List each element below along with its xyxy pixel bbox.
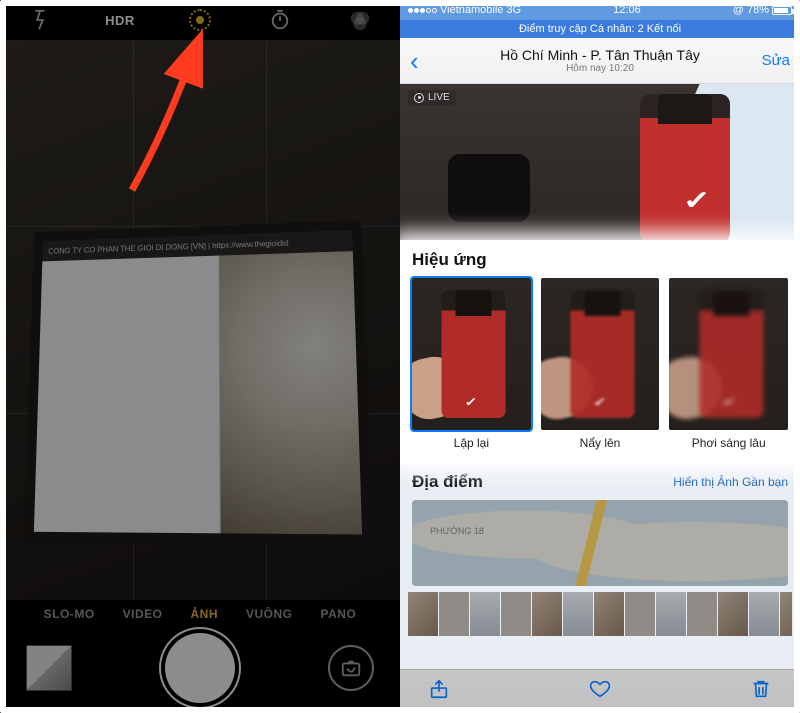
shutter-button[interactable] <box>165 633 235 703</box>
last-photo-thumb[interactable] <box>26 645 72 691</box>
nav-bar: ‹ Hồ Chí Minh - P. Tân Thuận Tây Hôm nay… <box>400 38 800 84</box>
nav-subtitle: Hôm nay 10:20 <box>400 63 800 74</box>
battery-icon <box>772 6 792 15</box>
effects-title: Hiệu ứng <box>412 250 788 270</box>
camera-bottom-bar <box>0 633 400 703</box>
map-preview[interactable]: PHƯỜNG 18 <box>412 500 788 586</box>
live-photo-toggle[interactable] <box>172 9 228 31</box>
back-button[interactable]: ‹ <box>410 48 419 74</box>
effect-long-exposure[interactable]: ✓ Phơi sáng lâu <box>669 278 788 450</box>
delete-button[interactable] <box>750 678 772 705</box>
main-photo[interactable]: ✓ LIVE <box>400 84 800 240</box>
camera-mode-selector[interactable]: SLO-MO VIDEO ẢNH VUÔNG PANO <box>0 607 400 621</box>
switch-camera-button[interactable] <box>328 645 374 691</box>
nearby-photos-link[interactable]: Hiển thị Ảnh Gần bạn <box>673 475 788 489</box>
share-button[interactable] <box>428 678 450 705</box>
effect-label: Lặp lại <box>454 436 489 450</box>
photo-filmstrip[interactable] <box>408 592 792 636</box>
bottom-toolbar <box>400 669 800 713</box>
subject-bottle: ✓ <box>640 94 730 240</box>
camera-top-bar: HDR <box>0 0 400 40</box>
subject-watch <box>448 154 530 222</box>
hdr-toggle[interactable]: HDR <box>92 13 148 28</box>
photos-app-screen: Vietnamobile 3G 12:06 @ 78% Điểm truy cậ… <box>400 0 800 713</box>
places-title: Địa điểm <box>412 472 483 492</box>
carrier-label: Vietnamobile <box>440 4 503 16</box>
clock: 12:06 <box>613 4 641 16</box>
camera-app-screen: HDR CONG TY CO PHAN THE GIOI DI DONG [VN… <box>0 0 400 713</box>
mode-photo[interactable]: ẢNH <box>191 607 219 621</box>
edit-button[interactable]: Sửa <box>762 52 790 69</box>
effect-bounce[interactable]: ✓ Nẩy lên <box>541 278 660 450</box>
mode-video[interactable]: VIDEO <box>123 607 163 621</box>
hotspot-banner[interactable]: Điểm truy cập Cá nhân: 2 Kết nối <box>400 20 800 38</box>
map-label: PHƯỜNG 18 <box>430 526 484 536</box>
mode-slomo[interactable]: SLO-MO <box>44 607 95 621</box>
live-badge: LIVE <box>408 90 456 105</box>
favorite-button[interactable] <box>589 678 611 705</box>
mode-pano[interactable]: PANO <box>321 607 357 621</box>
places-header: Địa điểm Hiển thị Ảnh Gần bạn <box>400 464 800 496</box>
timer-icon[interactable] <box>252 9 308 31</box>
subject-laptop: CONG TY CO PHAN THE GIOI DI DONG [VN] | … <box>24 220 373 545</box>
live-label: LIVE <box>428 92 450 103</box>
effects-panel: Hiệu ứng ✓ Lặp lại ✓ Nẩy lên ✓ Phơi sáng… <box>400 240 800 464</box>
live-ring-icon <box>414 93 424 103</box>
nike-swoosh-icon: ✓ <box>683 185 711 216</box>
camera-viewfinder[interactable]: CONG TY CO PHAN THE GIOI DI DONG [VN] | … <box>0 40 400 600</box>
rotation-lock-icon: @ <box>733 4 744 16</box>
filters-icon[interactable] <box>332 9 388 31</box>
status-bar: Vietnamobile 3G 12:06 @ 78% <box>400 0 800 20</box>
flash-icon[interactable] <box>12 9 68 31</box>
effect-label: Nẩy lên <box>580 436 621 450</box>
effect-loop[interactable]: ✓ Lặp lại <box>412 278 531 450</box>
mode-square[interactable]: VUÔNG <box>246 607 293 621</box>
network-label: 3G <box>506 4 521 16</box>
battery-label: 78% <box>747 4 769 16</box>
effect-label: Phơi sáng lâu <box>692 436 766 450</box>
signal-icon <box>408 8 437 13</box>
nav-title: Hồ Chí Minh - P. Tân Thuận Tây <box>400 47 800 63</box>
